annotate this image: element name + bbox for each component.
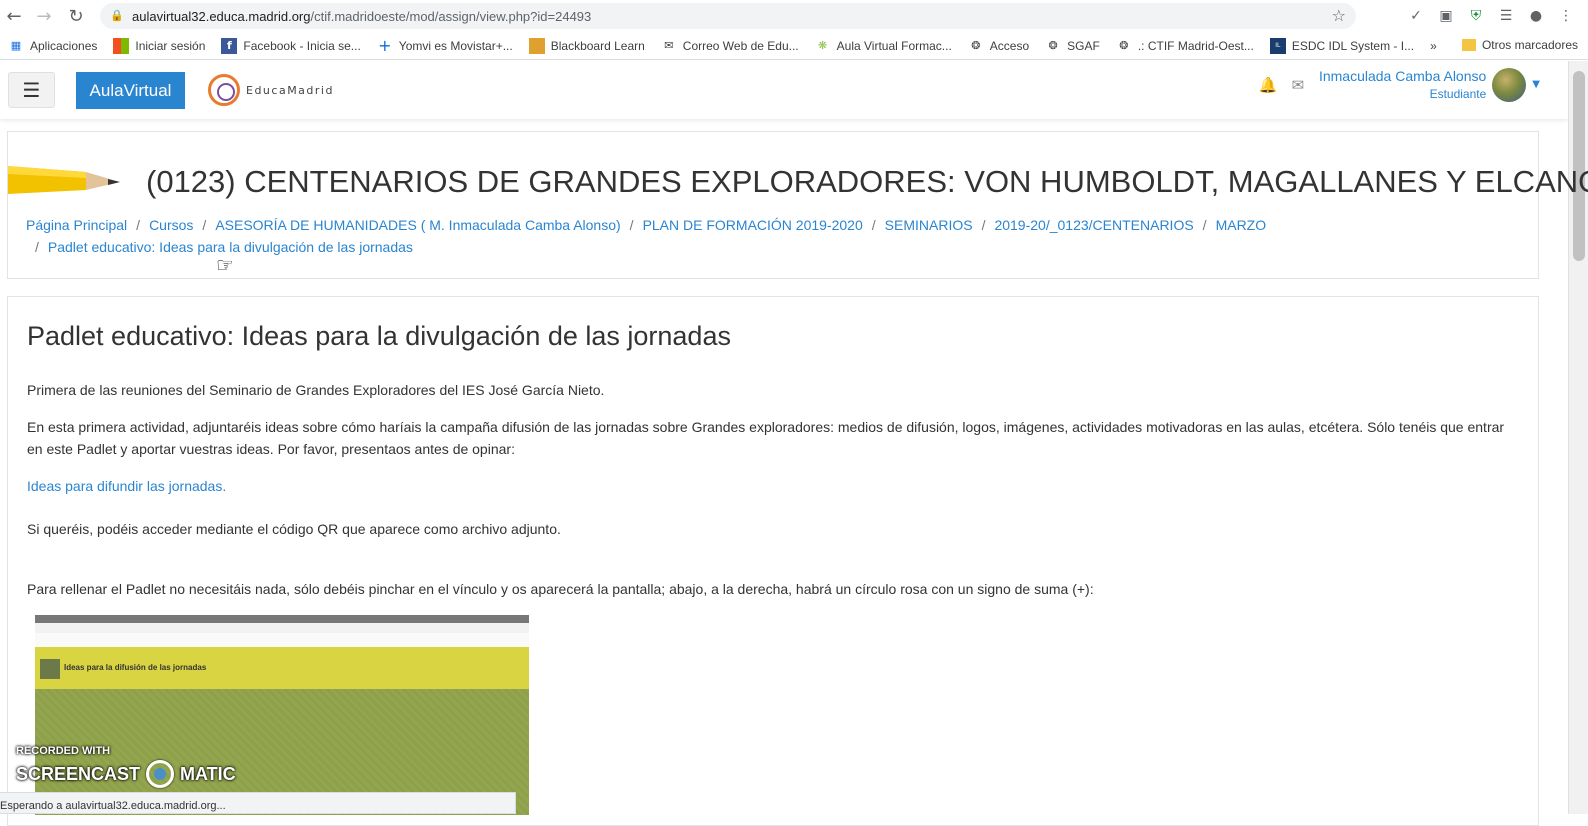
- screencast-logo-icon: [146, 760, 175, 788]
- educamadrid-logo[interactable]: EducaMadrid: [208, 73, 334, 107]
- url-path: /ctif.madridoeste/mod/assign/view.php?id…: [310, 8, 592, 24]
- bookmark-item[interactable]: ✉ Correo Web de Edu...: [661, 38, 798, 54]
- hand-cursor-icon: ☞: [216, 253, 234, 277]
- apps-grid-icon: ▦: [10, 39, 22, 52]
- pencil-image: [8, 166, 120, 194]
- folder-icon: [1461, 39, 1476, 51]
- mail-icon: ✉: [664, 39, 674, 52]
- bookmark-item[interactable]: IL ESDC IDL System - I...: [1269, 37, 1414, 54]
- bell-icon[interactable]: 🔔: [1253, 70, 1283, 100]
- avatar[interactable]: [1492, 67, 1527, 102]
- breadcrumb-item[interactable]: Cursos: [149, 217, 193, 233]
- other-bookmarks[interactable]: Otros marcadores: [1461, 38, 1578, 52]
- site-navbar: ☰ AulaVirtual EducaMadrid 🔔 ✉ Inmaculada…: [0, 61, 1568, 119]
- extensions: ✓ ▣ ⛨ ☰ ● ⋮: [1404, 4, 1578, 28]
- bookmark-item[interactable]: ❋ Aula Virtual Formac...: [815, 38, 952, 54]
- screenshot-title: Ideas para la difusión de las jornadas: [64, 663, 207, 672]
- user-role: Estudiante: [1429, 86, 1487, 101]
- screencast-watermark: RECORDED WITH SCREENCAST MATIC: [16, 745, 236, 788]
- browser-status-bar: Esperando a aulavirtual32.educa.madrid.o…: [0, 792, 516, 814]
- breadcrumb-item[interactable]: Página Principal: [26, 217, 127, 233]
- educa-icon: ❂: [1119, 39, 1129, 52]
- reload-icon[interactable]: ↻: [62, 2, 90, 30]
- address-bar[interactable]: 🔒 aulavirtual32.educa.madrid.org/ctif.ma…: [100, 3, 1356, 29]
- bookmark-item[interactable]: + Yomvi es Movistar+...: [377, 36, 513, 55]
- educa-icon: ❂: [971, 39, 981, 52]
- breadcrumb-item[interactable]: 2019-20/_0123/CENTENARIOS: [994, 217, 1193, 233]
- qr-paragraph: Si queréis, podéis acceder mediante el c…: [27, 521, 561, 537]
- course-header: (0123) CENTENARIOS DE GRANDES EXPLORADOR…: [7, 131, 1588, 279]
- user-area: 🔔 ✉ Inmaculada Camba Alonso Estudiante ▼: [1253, 67, 1540, 102]
- ilias-icon: IL: [1269, 37, 1286, 54]
- course-title: (0123) CENTENARIOS DE GRANDES EXPLORADOR…: [146, 164, 1588, 199]
- activity-paragraph: En esta primera actividad, adjuntaréis i…: [27, 419, 1505, 457]
- padlet-link-paragraph: Ideas para difundir las jornadas.: [27, 475, 1522, 497]
- back-icon[interactable]: ←: [0, 2, 28, 30]
- padlet-link[interactable]: Ideas para difundir las jornadas.: [27, 478, 226, 494]
- bookmark-item[interactable]: ❂.: CTIF Madrid-Oest...: [1116, 38, 1254, 54]
- user-name: Inmaculada Camba Alonso: [1318, 68, 1487, 84]
- hamburger-menu-icon[interactable]: ☰: [8, 72, 55, 108]
- browser-toolbar: ← → ↻ 🔒 aulavirtual32.educa.madrid.org/c…: [0, 0, 1588, 32]
- breadcrumb: Página Principal / Cursos / ASESORÍA DE HUMA…: [26, 217, 1267, 255]
- microsoft-icon: [113, 37, 130, 54]
- breadcrumb-item[interactable]: MARZO: [1216, 217, 1267, 233]
- educamadrid-logo-icon: [208, 74, 240, 106]
- bookmarks-overflow[interactable]: »: [1430, 39, 1437, 53]
- url-host: aulavirtual32.educa.madrid.org: [132, 8, 311, 24]
- facebook-icon: f: [221, 37, 238, 54]
- reading-list-icon[interactable]: ☰: [1494, 4, 1518, 28]
- logo-text: EducaMadrid: [246, 83, 334, 97]
- bookmark-item[interactable]: Iniciar sesión: [113, 37, 205, 54]
- menu-dots-icon[interactable]: ⋮: [1554, 4, 1578, 28]
- bookmark-item[interactable]: Blackboard Learn: [528, 37, 645, 54]
- educa-icon: ❂: [1048, 39, 1058, 52]
- breadcrumb-item[interactable]: SEMINARIOS: [885, 217, 973, 233]
- aula-icon: ❋: [818, 39, 828, 52]
- forward-icon[interactable]: →: [30, 2, 58, 30]
- brand-button[interactable]: AulaVirtual: [76, 72, 185, 109]
- shield-icon[interactable]: ⛨: [1464, 4, 1488, 28]
- lock-icon: 🔒: [110, 9, 124, 22]
- intro-paragraph: Primera de las reuniones del Seminario d…: [27, 382, 605, 398]
- bookmark-item[interactable]: ▦ Aplicaciones: [8, 38, 98, 54]
- instructions-paragraph: Para rellenar el Padlet no necesitáis na…: [27, 581, 1094, 597]
- caret-down-icon[interactable]: ▼: [1532, 79, 1540, 90]
- bookmark-star-icon[interactable]: ☆: [1332, 6, 1346, 25]
- bookmarks-bar: ▦ Aplicaciones Iniciar sesión f Facebook -…: [0, 32, 1588, 60]
- user-menu[interactable]: Inmaculada Camba Alonso Estudiante: [1319, 67, 1486, 102]
- bookmark-item[interactable]: ❂ SGAF: [1045, 38, 1100, 54]
- breadcrumb-item[interactable]: PLAN DE FORMACIÓN 2019-2020: [643, 217, 863, 233]
- assignment-content: Padlet educativo: Ideas para la divulgac…: [7, 296, 1539, 826]
- blackboard-icon: [528, 37, 545, 54]
- bookmark-item[interactable]: f Facebook - Inicia se...: [221, 37, 361, 54]
- breadcrumb-item[interactable]: ASESORÍA DE HUMANIDADES ( M. Inmaculada …: [215, 217, 620, 233]
- page-title: Padlet educativo: Ideas para la divulgac…: [27, 321, 731, 351]
- cast-icon[interactable]: ▣: [1434, 4, 1458, 28]
- extension-icon[interactable]: ✓: [1404, 4, 1428, 28]
- plus-icon: +: [378, 36, 392, 55]
- chat-icon[interactable]: ✉: [1283, 70, 1313, 100]
- bookmark-item[interactable]: ❂ Acceso: [968, 38, 1029, 54]
- profile-icon[interactable]: ●: [1524, 4, 1548, 28]
